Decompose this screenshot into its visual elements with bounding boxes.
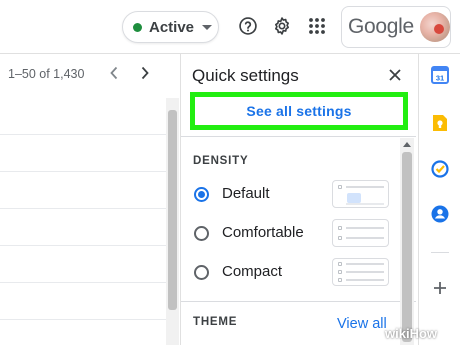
tasks-icon[interactable]	[431, 160, 449, 178]
gmail-window: Active Google 1–50 of 1,430 Quick settin…	[0, 0, 460, 345]
preview-line	[346, 279, 384, 281]
list-item[interactable]	[0, 135, 166, 172]
status-label: Active	[149, 18, 195, 36]
preview-line	[346, 227, 384, 229]
preview-dot	[338, 278, 342, 282]
list-item[interactable]	[0, 98, 166, 135]
apps-grid-icon[interactable]	[305, 14, 329, 38]
status-dot-icon	[133, 22, 142, 32]
scroll-up-arrow-icon[interactable]	[403, 142, 411, 147]
density-preview-compact	[332, 258, 389, 286]
preview-line	[346, 203, 384, 205]
quick-settings-panel: Quick settings See all settings DENSITY …	[180, 54, 416, 345]
top-bar: Active Google	[0, 0, 460, 54]
preview-dot	[338, 185, 342, 189]
preview-dot	[338, 236, 342, 240]
list-item[interactable]	[0, 320, 166, 345]
side-app-rail: 31	[418, 54, 460, 345]
chevron-left-icon[interactable]	[106, 64, 122, 82]
divider	[431, 252, 449, 253]
density-option-default[interactable]: Default	[222, 185, 270, 202]
quick-settings-scroll-thumb[interactable]	[402, 152, 412, 342]
list-item[interactable]	[0, 283, 166, 320]
contacts-icon[interactable]	[431, 205, 449, 223]
preview-line	[346, 186, 384, 188]
view-all-themes-link[interactable]: View all	[337, 316, 387, 332]
theme-heading: THEME	[193, 316, 238, 328]
preview-line	[346, 271, 384, 273]
density-heading: DENSITY	[193, 155, 249, 167]
radio-compact[interactable]	[194, 265, 209, 280]
preview-dot	[338, 226, 342, 230]
list-item[interactable]	[0, 209, 166, 246]
mail-list-scroll-thumb[interactable]	[168, 110, 177, 310]
pagination: 1–50 of 1,430	[8, 64, 84, 84]
watermark-logo: wikiHow	[385, 326, 438, 341]
divider	[181, 136, 416, 137]
preview-dot	[338, 262, 342, 266]
preview-line	[346, 237, 384, 239]
keep-icon[interactable]	[431, 114, 449, 132]
chevron-right-icon[interactable]	[137, 64, 153, 82]
see-all-settings-label: See all settings	[246, 103, 352, 119]
list-item[interactable]	[0, 172, 166, 209]
see-all-settings-button[interactable]: See all settings	[190, 92, 408, 130]
account-switcher[interactable]: Google	[341, 6, 451, 48]
help-circle-icon[interactable]	[236, 14, 260, 38]
density-preview-comfortable	[332, 219, 389, 247]
close-icon[interactable]	[386, 66, 404, 84]
preview-dot	[338, 270, 342, 274]
preview-line	[346, 263, 384, 265]
gear-icon[interactable]	[270, 14, 294, 38]
attachment-chip-icon	[347, 193, 361, 203]
density-option-compact[interactable]: Compact	[222, 263, 282, 280]
pagination-count: 1–50 of 1,430	[8, 67, 85, 81]
density-option-comfortable[interactable]: Comfortable	[222, 224, 304, 241]
google-wordmark: Google	[348, 15, 414, 38]
radio-default[interactable]	[194, 187, 209, 202]
mail-list	[0, 98, 166, 345]
calendar-icon[interactable]: 31	[431, 66, 449, 84]
calendar-day-text: 31	[436, 74, 444, 83]
dropdown-caret-icon	[202, 24, 213, 30]
avatar[interactable]	[419, 12, 450, 42]
list-item[interactable]	[0, 246, 166, 283]
quick-settings-title: Quick settings	[192, 66, 299, 85]
add-icon[interactable]	[431, 279, 449, 297]
status-chip[interactable]: Active	[122, 11, 219, 43]
density-preview-default	[332, 180, 389, 208]
radio-comfortable[interactable]	[194, 226, 209, 241]
divider	[181, 301, 416, 302]
